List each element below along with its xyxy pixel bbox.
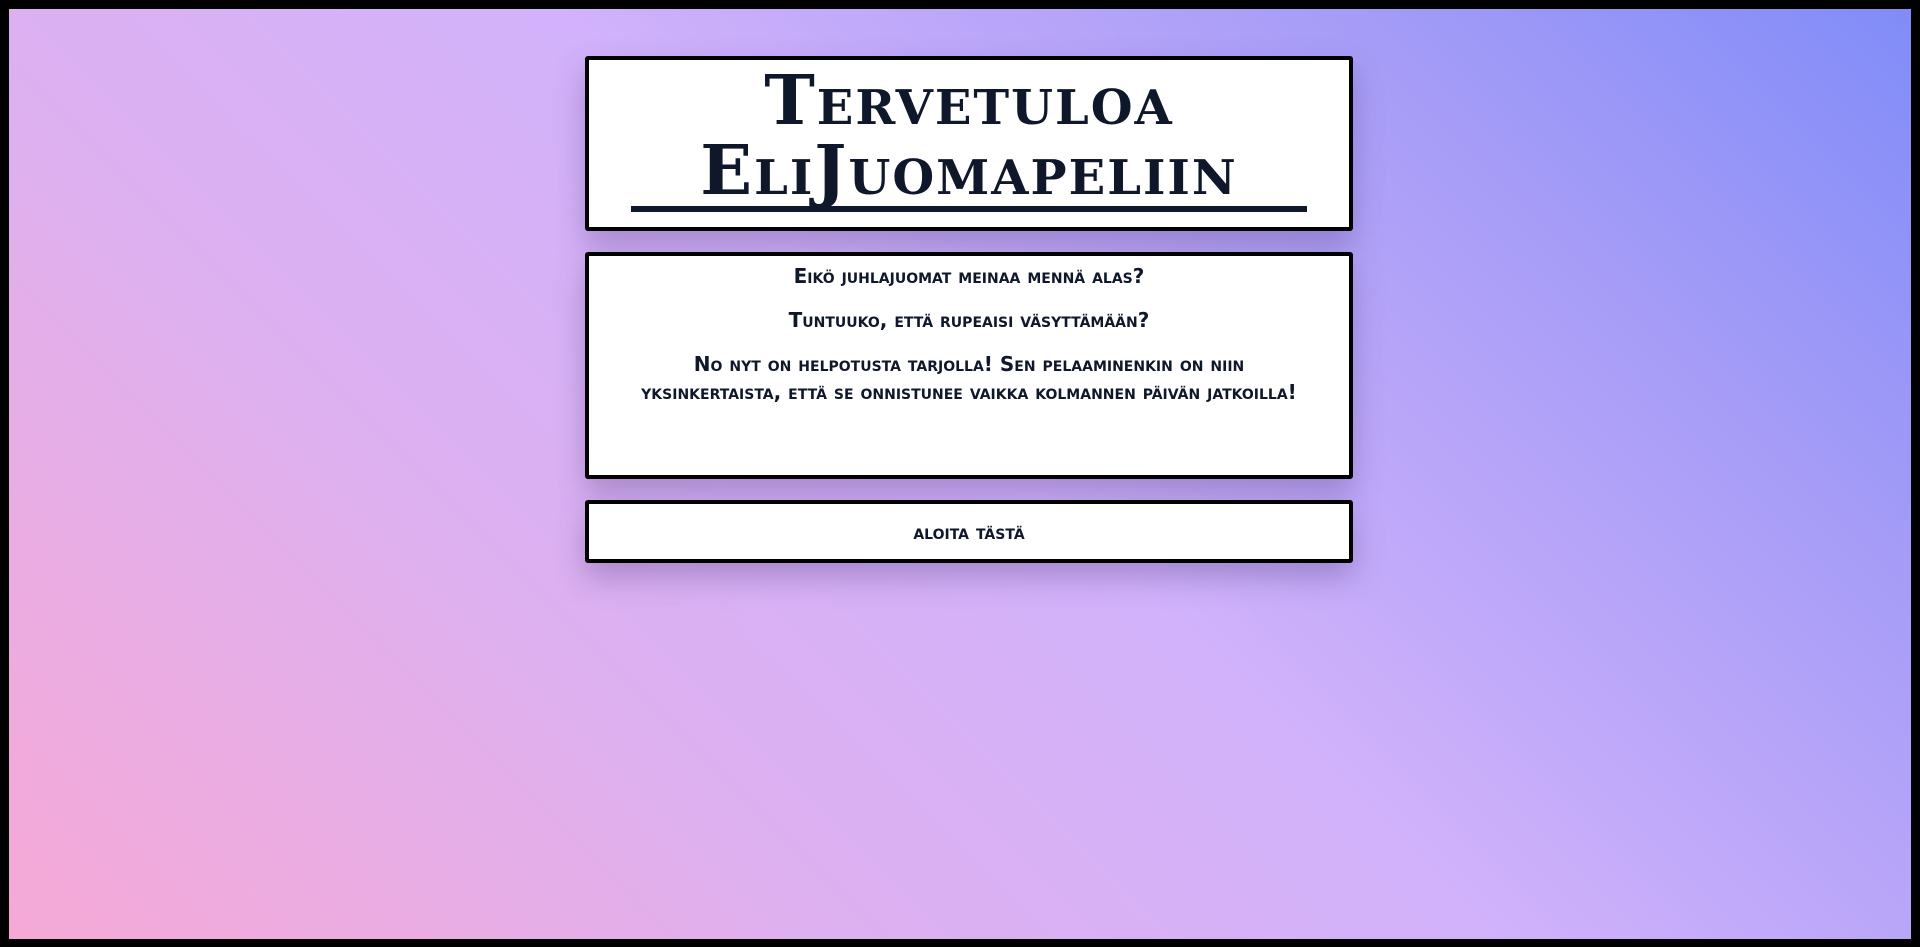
page-background: Tervetuloa EliJuomapeliin Eikö juhlajuom…: [9, 9, 1911, 939]
intro-question-1: Eikö juhlajuomat meinaa mennä alas?: [793, 264, 1145, 288]
start-button[interactable]: aloita tästä: [585, 500, 1353, 563]
title-card: Tervetuloa EliJuomapeliin: [585, 56, 1353, 231]
intro-card: Eikö juhlajuomat meinaa mennä alas? Tunt…: [585, 252, 1353, 479]
intro-description: No nyt on helpotusta tarjolla! Sen pelaa…: [641, 352, 1297, 404]
title-underline: [631, 206, 1307, 212]
page-title-line2: EliJuomapeliin: [700, 131, 1238, 211]
start-button-label: aloita tästä: [913, 519, 1025, 544]
page-title: Tervetuloa EliJuomapeliin: [589, 60, 1349, 206]
page-title-line1: Tervetuloa: [764, 61, 1174, 141]
intro-question-2: Tuntuuko, että rupeaisi väsyttämään?: [788, 308, 1150, 332]
